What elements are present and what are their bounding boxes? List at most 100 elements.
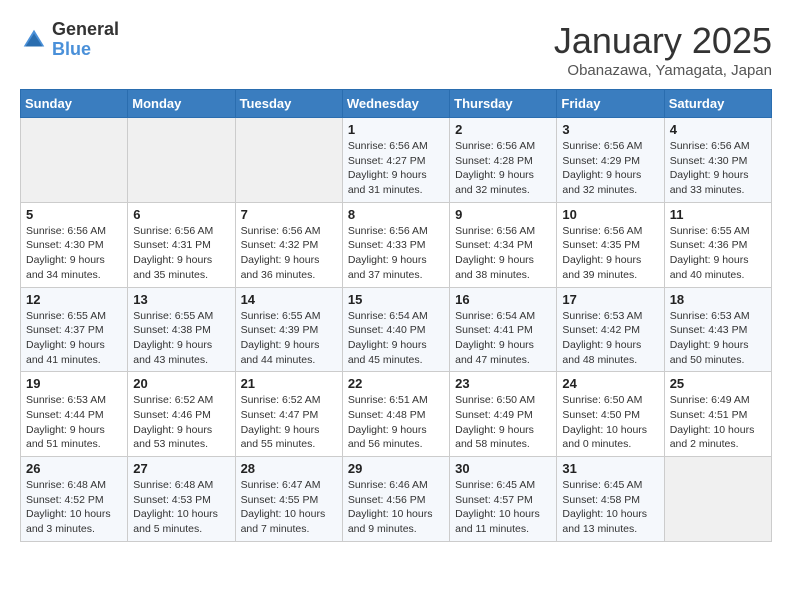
day-cell	[235, 118, 342, 203]
day-number: 20	[133, 376, 229, 391]
day-cell: 24 Sunrise: 6:50 AMSunset: 4:50 PMDayligh…	[557, 372, 664, 457]
day-number: 7	[241, 207, 337, 222]
day-info: Sunrise: 6:54 AMSunset: 4:41 PMDaylight:…	[455, 309, 551, 368]
title-block: January 2025 Obanazawa, Yamagata, Japan	[554, 20, 772, 79]
day-number: 1	[348, 122, 444, 137]
day-info: Sunrise: 6:56 AMSunset: 4:27 PMDaylight:…	[348, 139, 444, 198]
day-number: 31	[562, 461, 658, 476]
location: Obanazawa, Yamagata, Japan	[554, 62, 772, 79]
day-cell: 8Sunrise: 6:56 AMSunset: 4:33 PMDaylight…	[342, 202, 449, 287]
day-cell: 22 Sunrise: 6:51 AMSunset: 4:48 PMDayligh…	[342, 372, 449, 457]
logo: General Blue	[20, 20, 119, 60]
day-number: 11	[670, 207, 766, 222]
day-cell: 27Sunrise: 6:48 AMSunset: 4:53 PMDayligh…	[128, 457, 235, 542]
day-info: Sunrise: 6:49 AMSunset: 4:51 PMDaylight:…	[670, 393, 766, 452]
day-info: Sunrise: 6:56 AMSunset: 4:35 PMDaylight:…	[562, 224, 658, 283]
week-row-2: 5 Sunrise: 6:56 AMSunset: 4:30 PMDaylight…	[21, 202, 772, 287]
day-number: 15	[348, 292, 444, 307]
day-cell: 10 Sunrise: 6:56 AMSunset: 4:35 PMDayligh…	[557, 202, 664, 287]
day-info: Sunrise: 6:52 AMSunset: 4:47 PMDaylight:…	[241, 393, 337, 452]
weekday-header-saturday: Saturday	[664, 90, 771, 118]
day-cell	[21, 118, 128, 203]
day-number: 12	[26, 292, 122, 307]
day-info: Sunrise: 6:53 AMSunset: 4:42 PMDaylight:…	[562, 309, 658, 368]
weekday-header-row: SundayMondayTuesdayWednesdayThursdayFrid…	[21, 90, 772, 118]
day-cell: 5 Sunrise: 6:56 AMSunset: 4:30 PMDaylight…	[21, 202, 128, 287]
day-number: 23	[455, 376, 551, 391]
day-number: 19	[26, 376, 122, 391]
day-cell: 7Sunrise: 6:56 AMSunset: 4:32 PMDaylight…	[235, 202, 342, 287]
weekday-header-friday: Friday	[557, 90, 664, 118]
day-info: Sunrise: 6:45 AMSunset: 4:58 PMDaylight:…	[562, 478, 658, 537]
day-cell: 14 Sunrise: 6:55 AMSunset: 4:39 PMDayligh…	[235, 287, 342, 372]
day-number: 25	[670, 376, 766, 391]
day-info: Sunrise: 6:56 AMSunset: 4:30 PMDaylight:…	[26, 224, 122, 283]
day-cell: 25 Sunrise: 6:49 AMSunset: 4:51 PMDayligh…	[664, 372, 771, 457]
day-info: Sunrise: 6:45 AMSunset: 4:57 PMDaylight:…	[455, 478, 551, 537]
calendar: SundayMondayTuesdayWednesdayThursdayFrid…	[20, 89, 772, 542]
day-info: Sunrise: 6:55 AMSunset: 4:38 PMDaylight:…	[133, 309, 229, 368]
day-number: 27	[133, 461, 229, 476]
day-info: Sunrise: 6:46 AMSunset: 4:56 PMDaylight:…	[348, 478, 444, 537]
day-cell: 26Sunrise: 6:48 AMSunset: 4:52 PMDayligh…	[21, 457, 128, 542]
day-number: 4	[670, 122, 766, 137]
day-info: Sunrise: 6:56 AMSunset: 4:34 PMDaylight:…	[455, 224, 551, 283]
day-info: Sunrise: 6:55 AMSunset: 4:36 PMDaylight:…	[670, 224, 766, 283]
day-cell: 17 Sunrise: 6:53 AMSunset: 4:42 PMDayligh…	[557, 287, 664, 372]
day-cell: 3 Sunrise: 6:56 AMSunset: 4:29 PMDaylight…	[557, 118, 664, 203]
day-cell: 16 Sunrise: 6:54 AMSunset: 4:41 PMDayligh…	[450, 287, 557, 372]
weekday-header-thursday: Thursday	[450, 90, 557, 118]
day-cell: 30Sunrise: 6:45 AMSunset: 4:57 PMDayligh…	[450, 457, 557, 542]
logo-text: General Blue	[52, 20, 119, 60]
day-number: 5	[26, 207, 122, 222]
day-number: 28	[241, 461, 337, 476]
day-number: 22	[348, 376, 444, 391]
day-cell: 4Sunrise: 6:56 AMSunset: 4:30 PMDaylight…	[664, 118, 771, 203]
weekday-header-sunday: Sunday	[21, 90, 128, 118]
day-number: 18	[670, 292, 766, 307]
day-cell: 21 Sunrise: 6:52 AMSunset: 4:47 PMDayligh…	[235, 372, 342, 457]
month-title: January 2025	[554, 20, 772, 62]
day-cell: 6 Sunrise: 6:56 AMSunset: 4:31 PMDaylight…	[128, 202, 235, 287]
day-number: 16	[455, 292, 551, 307]
day-info: Sunrise: 6:53 AMSunset: 4:44 PMDaylight:…	[26, 393, 122, 452]
day-number: 9	[455, 207, 551, 222]
day-cell	[128, 118, 235, 203]
day-number: 13	[133, 292, 229, 307]
day-number: 14	[241, 292, 337, 307]
day-number: 17	[562, 292, 658, 307]
day-info: Sunrise: 6:56 AMSunset: 4:29 PMDaylight:…	[562, 139, 658, 198]
day-cell: 15Sunrise: 6:54 AMSunset: 4:40 PMDayligh…	[342, 287, 449, 372]
day-cell: 18Sunrise: 6:53 AMSunset: 4:43 PMDayligh…	[664, 287, 771, 372]
weekday-header-wednesday: Wednesday	[342, 90, 449, 118]
day-cell	[664, 457, 771, 542]
day-info: Sunrise: 6:56 AMSunset: 4:31 PMDaylight:…	[133, 224, 229, 283]
day-number: 26	[26, 461, 122, 476]
day-info: Sunrise: 6:47 AMSunset: 4:55 PMDaylight:…	[241, 478, 337, 537]
weekday-header-monday: Monday	[128, 90, 235, 118]
day-info: Sunrise: 6:50 AMSunset: 4:50 PMDaylight:…	[562, 393, 658, 452]
day-number: 10	[562, 207, 658, 222]
day-number: 29	[348, 461, 444, 476]
day-cell: 2 Sunrise: 6:56 AMSunset: 4:28 PMDaylight…	[450, 118, 557, 203]
logo-blue: Blue	[52, 40, 119, 60]
day-number: 3	[562, 122, 658, 137]
day-number: 8	[348, 207, 444, 222]
day-cell: 28 Sunrise: 6:47 AMSunset: 4:55 PMDayligh…	[235, 457, 342, 542]
day-number: 24	[562, 376, 658, 391]
day-cell: 29 Sunrise: 6:46 AMSunset: 4:56 PMDayligh…	[342, 457, 449, 542]
day-cell: 1 Sunrise: 6:56 AMSunset: 4:27 PMDaylight…	[342, 118, 449, 203]
day-cell: 31 Sunrise: 6:45 AMSunset: 4:58 PMDayligh…	[557, 457, 664, 542]
logo-general: General	[52, 20, 119, 40]
day-cell: 12 Sunrise: 6:55 AMSunset: 4:37 PMDayligh…	[21, 287, 128, 372]
day-info: Sunrise: 6:51 AMSunset: 4:48 PMDaylight:…	[348, 393, 444, 452]
day-number: 21	[241, 376, 337, 391]
week-row-1: 1 Sunrise: 6:56 AMSunset: 4:27 PMDaylight…	[21, 118, 772, 203]
day-number: 2	[455, 122, 551, 137]
day-cell: 13 Sunrise: 6:55 AMSunset: 4:38 PMDayligh…	[128, 287, 235, 372]
day-cell: 23Sunrise: 6:50 AMSunset: 4:49 PMDayligh…	[450, 372, 557, 457]
day-info: Sunrise: 6:56 AMSunset: 4:28 PMDaylight:…	[455, 139, 551, 198]
day-info: Sunrise: 6:55 AMSunset: 4:37 PMDaylight:…	[26, 309, 122, 368]
day-info: Sunrise: 6:55 AMSunset: 4:39 PMDaylight:…	[241, 309, 337, 368]
day-number: 6	[133, 207, 229, 222]
